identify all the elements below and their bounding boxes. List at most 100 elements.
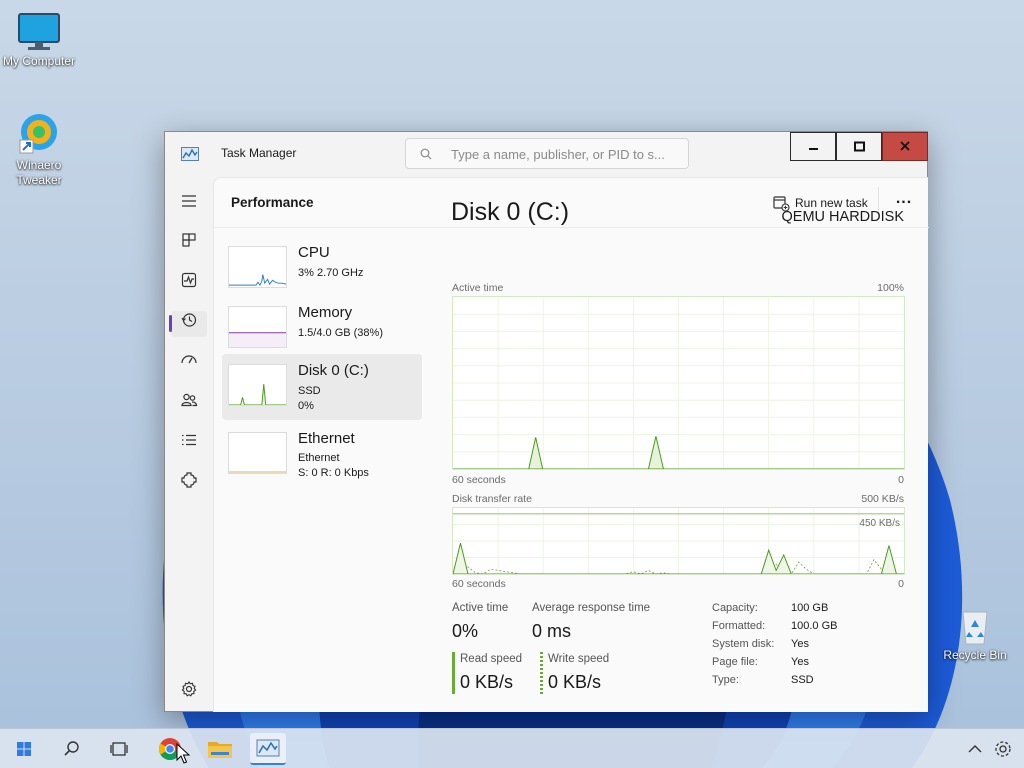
search-taskbar-button[interactable] xyxy=(54,733,90,765)
perf-item-detail: Ethernet xyxy=(298,452,340,464)
transfer-x-right: 0 xyxy=(898,578,904,590)
detail-formatted-value: 100.0 GB xyxy=(791,620,838,632)
perf-item-detail: S: 0 R: 0 Kbps xyxy=(298,467,369,479)
performance-page: Performance Run new task ... CPU 3% 2.70… xyxy=(213,177,929,712)
winaero-tweaker-icon xyxy=(19,114,57,154)
detail-system-disk-value: Yes xyxy=(791,638,809,650)
task-manager-taskbar-button[interactable] xyxy=(250,733,286,765)
active-time-chart xyxy=(452,296,905,470)
monitor-icon xyxy=(18,13,60,50)
title-bar[interactable]: Task Manager Type a name, publisher, or … xyxy=(165,132,928,177)
task-view-icon xyxy=(110,742,128,756)
maximize-button[interactable] xyxy=(836,132,882,161)
left-navigation xyxy=(165,177,213,712)
stat-active-time-value: 0% xyxy=(452,621,479,641)
perf-item-detail: 0% xyxy=(298,400,314,412)
perf-item-ethernet[interactable]: Ethernet Ethernet S: 0 R: 0 Kbps xyxy=(222,426,422,492)
perf-item-disk[interactable]: Disk 0 (C:) SSD 0% xyxy=(222,354,422,420)
detail-type-value: SSD xyxy=(791,674,814,686)
folder-icon xyxy=(208,742,232,758)
search-placeholder: Type a name, publisher, or PID to s... xyxy=(451,147,665,162)
perf-item-detail: SSD xyxy=(298,385,321,397)
detail-system-disk-label: System disk: xyxy=(712,638,775,650)
detail-capacity-label: Capacity: xyxy=(712,602,758,614)
active-time-spike xyxy=(528,437,544,469)
perf-item-cpu[interactable]: CPU 3% 2.70 GHz xyxy=(222,240,422,306)
run-new-task-label: Run new task xyxy=(795,196,868,210)
taskbar xyxy=(0,728,1024,768)
mouse-pointer-icon xyxy=(176,743,190,764)
settings-gear-icon[interactable] xyxy=(179,679,199,699)
disk-thumbnail-graph xyxy=(228,364,287,406)
maximize-icon xyxy=(854,141,865,152)
minimize-button[interactable] xyxy=(790,132,836,161)
transfer-max-label: 500 KB/s xyxy=(861,493,904,505)
processes-icon[interactable] xyxy=(179,230,199,250)
detail-page-file-value: Yes xyxy=(791,656,809,668)
detail-formatted-label: Formatted: xyxy=(712,620,766,632)
transfer-x-left: 60 seconds xyxy=(452,578,506,590)
stat-write-speed-label: Write speed xyxy=(548,653,610,665)
window-title: Task Manager xyxy=(221,146,297,160)
hamburger-menu-icon[interactable] xyxy=(179,191,199,211)
memory-thumbnail-graph xyxy=(228,306,287,348)
disk-model: QEMU HARDDISK xyxy=(781,209,904,225)
desktop-icon-label: Recycle Bin xyxy=(943,648,1007,662)
desktop-icon-my-computer[interactable]: My Computer xyxy=(0,12,81,69)
ethernet-thumbnail-graph xyxy=(228,432,287,474)
task-manager-window: Task Manager Type a name, publisher, or … xyxy=(164,131,929,712)
stat-read-speed-label: Read speed xyxy=(460,653,523,665)
users-icon[interactable] xyxy=(179,390,199,410)
disk-transfer-chart xyxy=(452,507,905,575)
page-title: Performance xyxy=(231,195,314,210)
perf-item-detail: 1.5/4.0 GB (38%) xyxy=(298,327,383,339)
perf-item-name: Memory xyxy=(298,304,353,321)
performance-icon[interactable] xyxy=(179,270,199,290)
minimize-icon xyxy=(809,148,818,150)
detail-type-label: Type: xyxy=(712,674,739,686)
active-time-x-right: 0 xyxy=(898,474,904,486)
settings-gear-icon xyxy=(995,741,1011,757)
write-speed-indicator xyxy=(540,652,543,694)
nav-active-indicator xyxy=(169,315,172,332)
desktop-icon-label: Winaero Tweaker xyxy=(16,158,62,187)
detail-page-file-label: Page file: xyxy=(712,656,758,668)
search-input[interactable]: Type a name, publisher, or PID to s... xyxy=(405,138,689,169)
disk-title: Disk 0 (C:) xyxy=(451,198,570,226)
task-manager-icon xyxy=(181,147,199,161)
recycle-bin-icon xyxy=(962,611,988,645)
transfer-mid-label: 450 KB/s xyxy=(859,518,900,529)
file-explorer-taskbar-button[interactable] xyxy=(202,733,238,765)
perf-item-name: CPU xyxy=(298,244,330,261)
active-time-x-left: 60 seconds xyxy=(452,474,506,486)
windows-logo-icon xyxy=(17,742,31,756)
active-time-chart-label: Active time xyxy=(452,282,504,294)
start-button[interactable] xyxy=(6,733,42,765)
read-speed-indicator xyxy=(452,652,455,694)
stat-avg-response-value: 0 ms xyxy=(532,621,572,641)
stat-write-speed-value: 0 KB/s xyxy=(548,672,602,692)
close-icon xyxy=(900,141,910,151)
services-icon[interactable] xyxy=(179,470,199,490)
task-view-button[interactable] xyxy=(101,733,137,765)
stat-avg-response-label: Average response time xyxy=(532,602,651,614)
transfer-chart-label: Disk transfer rate xyxy=(452,493,532,505)
close-button[interactable] xyxy=(882,132,928,161)
perf-item-detail: 3% 2.70 GHz xyxy=(298,267,364,279)
desktop-icon-label: My Computer xyxy=(2,54,76,68)
perf-item-name: Disk 0 (C:) xyxy=(298,362,369,379)
app-history-icon[interactable] xyxy=(179,310,199,330)
search-icon xyxy=(420,148,432,160)
details-icon[interactable] xyxy=(179,430,199,450)
perf-item-name: Ethernet xyxy=(298,430,355,447)
desktop-icon-recycle-bin[interactable]: Recycle Bin xyxy=(933,606,1017,663)
startup-apps-icon[interactable] xyxy=(179,350,199,370)
task-manager-icon xyxy=(256,739,280,757)
search-icon xyxy=(64,741,79,756)
desktop-icon-winaero-tweaker[interactable]: Winaero Tweaker xyxy=(0,110,81,188)
cpu-thumbnail-graph xyxy=(228,246,287,288)
detail-capacity-value: 100 GB xyxy=(791,602,829,614)
taskbar-settings-button[interactable] xyxy=(985,733,1021,765)
active-time-max-label: 100% xyxy=(877,282,904,294)
stat-active-time-label: Active time xyxy=(452,602,509,614)
